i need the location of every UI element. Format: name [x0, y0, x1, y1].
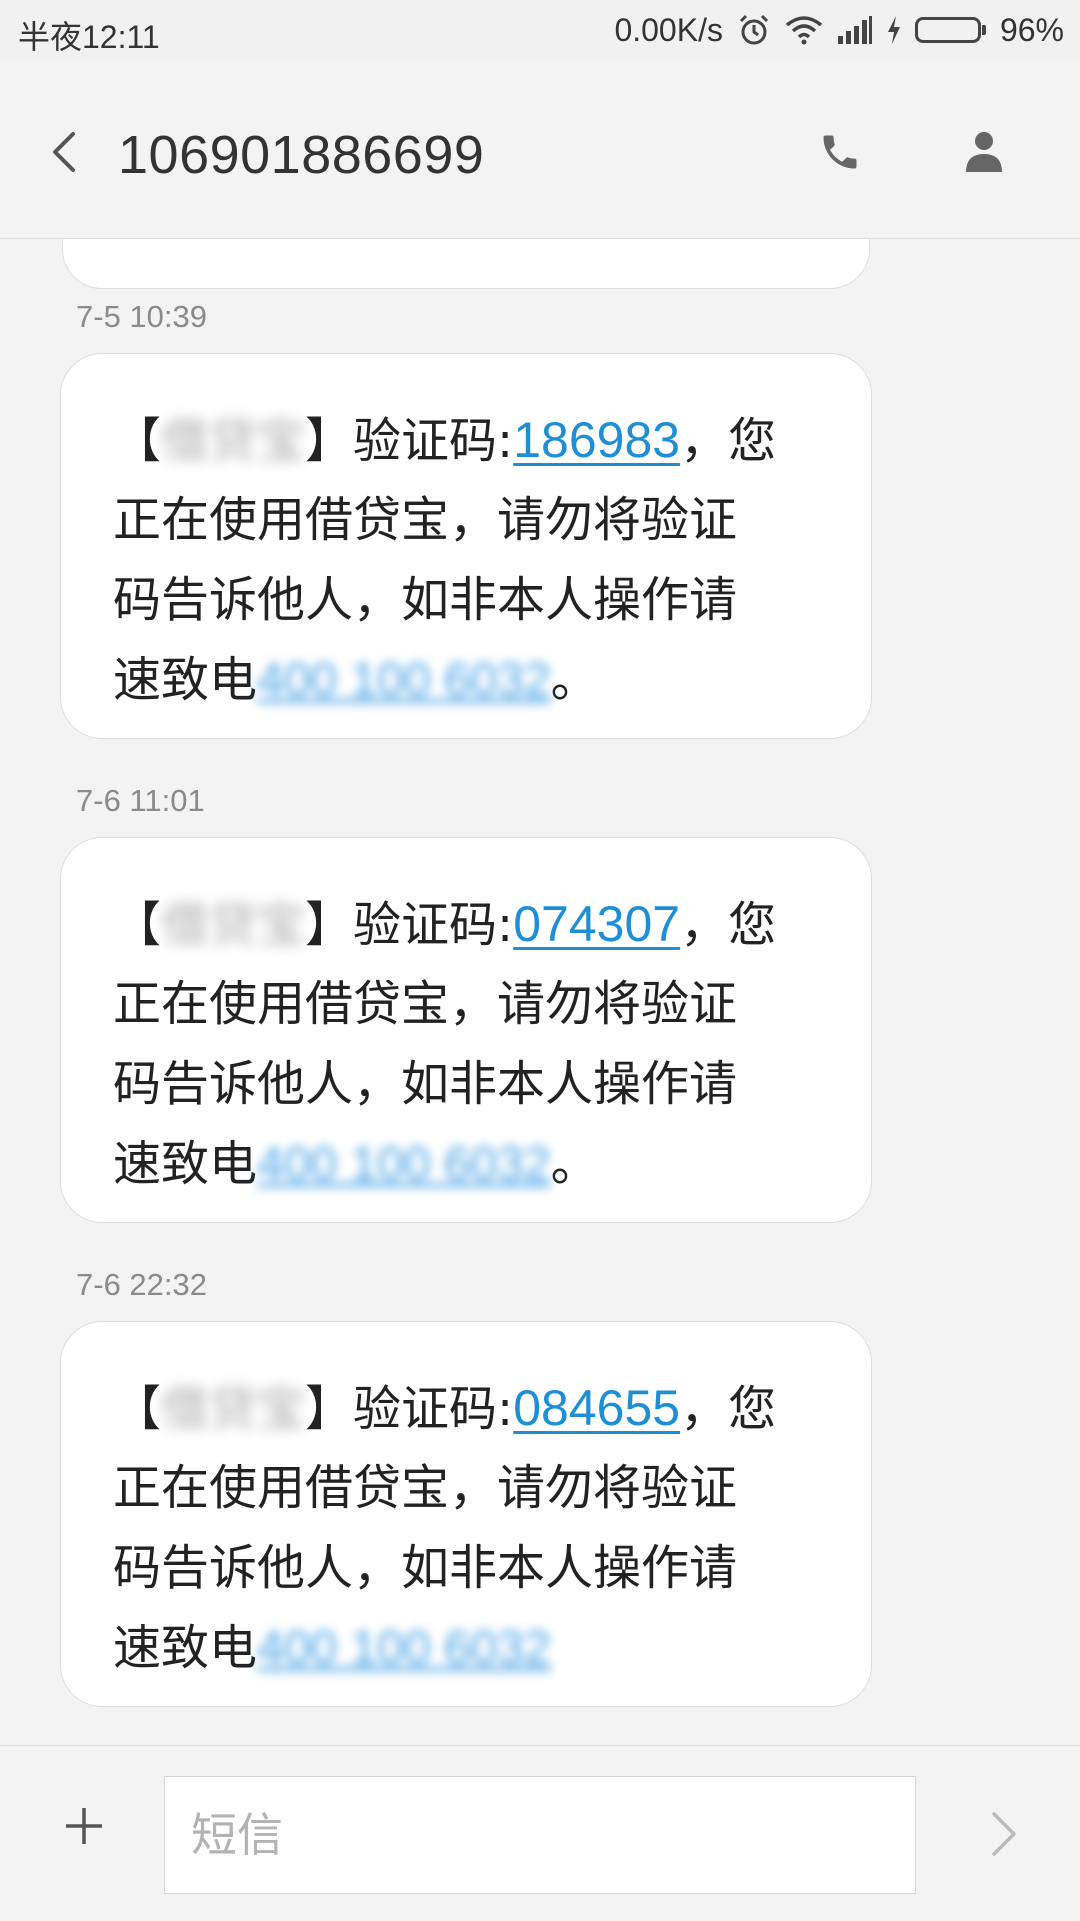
contact-button[interactable] [956, 124, 1012, 180]
message-bubble[interactable]: 【借贷宝】验证码:084655，您 正在使用借贷宝，请勿将验证 码告诉他人，如非… [60, 1321, 872, 1707]
conversation-title: 106901886699 [118, 125, 485, 185]
message-text: ，您 [680, 413, 777, 469]
contact-icon [966, 132, 1002, 172]
message-bubble[interactable]: 【借贷宝】验证码:186983，您 正在使用借贷宝，请勿将验证 码告诉他人，如非… [60, 353, 872, 739]
add-attachment-button[interactable] [54, 1796, 114, 1856]
status-time: 半夜12:11 [18, 19, 160, 55]
send-button[interactable] [982, 1804, 1026, 1864]
code-label: 验证码: [353, 897, 514, 953]
message-text: 。 [550, 652, 599, 708]
message-text: 速致电 [113, 652, 258, 708]
status-bar: 半夜12:11 0.00K/s 96% [0, 0, 1080, 62]
message-text: 码告诉他人，如非本人操作请 [113, 1540, 738, 1596]
message-list[interactable]: 7-5 10:39 【借贷宝】验证码:186983，您 正在使用借贷宝，请勿将验… [0, 239, 1080, 1745]
message-text: ，您 [680, 1381, 777, 1437]
message-text: 速致电 [113, 1620, 258, 1676]
phone-number-link-blurred[interactable]: 400 100 6032 [257, 641, 551, 721]
message-timestamp: 7-5 10:39 [76, 299, 207, 334]
signal-icon [837, 16, 873, 44]
previous-message-bubble [62, 239, 870, 289]
network-speed: 0.00K/s [614, 11, 723, 48]
plus-icon [66, 1808, 102, 1844]
sender-name-blurred: 借贷宝 [161, 897, 306, 953]
send-icon [992, 1812, 1016, 1856]
status-indicators: 0.00K/s 96% [614, 10, 1064, 50]
battery-percent: 96% [999, 11, 1064, 48]
phone-icon [823, 135, 857, 169]
wifi-icon [785, 15, 823, 45]
message-text: 码告诉他人，如非本人操作请 [113, 572, 738, 628]
message-text: 正在使用借贷宝，请勿将验证 [113, 1460, 738, 1516]
verification-code-link[interactable]: 084655 [513, 1380, 680, 1436]
message-bubble[interactable]: 【借贷宝】验证码:074307，您 正在使用借贷宝，请勿将验证 码告诉他人，如非… [60, 837, 872, 1223]
message-timestamp: 7-6 22:32 [76, 1267, 207, 1302]
message-text: ，您 [680, 897, 777, 953]
alarm-icon [737, 13, 771, 47]
code-label: 验证码: [353, 413, 514, 469]
phone-number-link-blurred[interactable]: 400 100 6032 [257, 1609, 551, 1689]
composer-bar [0, 1745, 1080, 1921]
code-label: 验证码: [353, 1381, 514, 1437]
message-text: 正在使用借贷宝，请勿将验证 [113, 492, 738, 548]
message-timestamp: 7-6 11:01 [76, 783, 205, 818]
message-text: 正在使用借贷宝，请勿将验证 [113, 976, 738, 1032]
message-text: 码告诉他人，如非本人操作请 [113, 1056, 738, 1112]
message-input[interactable] [164, 1776, 916, 1894]
sender-name-blurred: 借贷宝 [161, 413, 306, 469]
call-button[interactable] [812, 124, 868, 180]
phone-number-link-blurred[interactable]: 400 100 6032 [257, 1125, 551, 1205]
sender-name-blurred: 借贷宝 [161, 1381, 306, 1437]
message-text: 。 [550, 1136, 599, 1192]
back-button[interactable] [40, 128, 88, 176]
charging-icon [887, 16, 901, 44]
verification-code-link[interactable]: 074307 [513, 896, 680, 952]
chevron-left-icon [53, 132, 75, 172]
conversation-header: 106901886699 [0, 62, 1080, 239]
verification-code-link[interactable]: 186983 [513, 412, 680, 468]
battery-icon [914, 17, 986, 43]
message-text: 速致电 [113, 1136, 258, 1192]
